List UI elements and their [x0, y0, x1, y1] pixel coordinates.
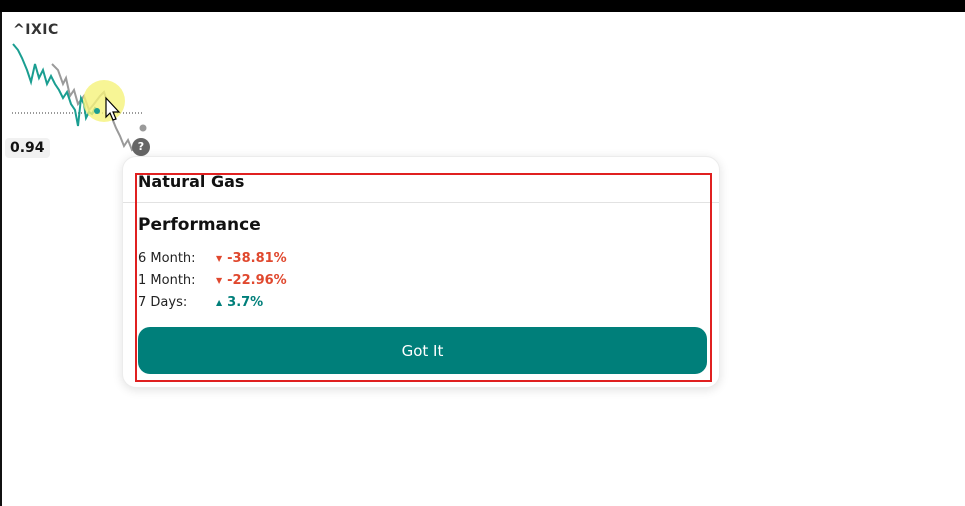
row-label: 7 Days: [138, 294, 188, 310]
performance-row-7-days: 7 Days: ▲ 3.7% [138, 292, 263, 312]
row-value: 3.7% [227, 294, 264, 310]
row-value: -22.96% [227, 272, 287, 288]
performance-row-1-month: 1 Month: ▼ -22.96% [138, 270, 287, 290]
value-badge: 0.94 [5, 138, 50, 158]
performance-heading: Performance [138, 215, 261, 235]
commodity-title: Natural Gas [138, 172, 245, 191]
performance-tooltip: Natural Gas Performance 6 Month: ▼ -38.8… [122, 156, 720, 388]
arrow-down-icon: ▼ [216, 275, 223, 285]
help-icon[interactable]: ? [132, 138, 150, 156]
got-it-button[interactable]: Got It [138, 327, 707, 374]
comparison-end-point [139, 124, 147, 132]
row-value: -38.81% [227, 250, 287, 266]
row-label: 1 Month: [138, 272, 196, 288]
mouse-cursor-icon [105, 96, 121, 121]
card-divider [123, 202, 719, 203]
arrow-down-icon: ▼ [216, 253, 223, 263]
arrow-up-icon: ▲ [216, 297, 223, 307]
row-label: 6 Month: [138, 250, 196, 266]
performance-row-6-month: 6 Month: ▼ -38.81% [138, 248, 287, 268]
